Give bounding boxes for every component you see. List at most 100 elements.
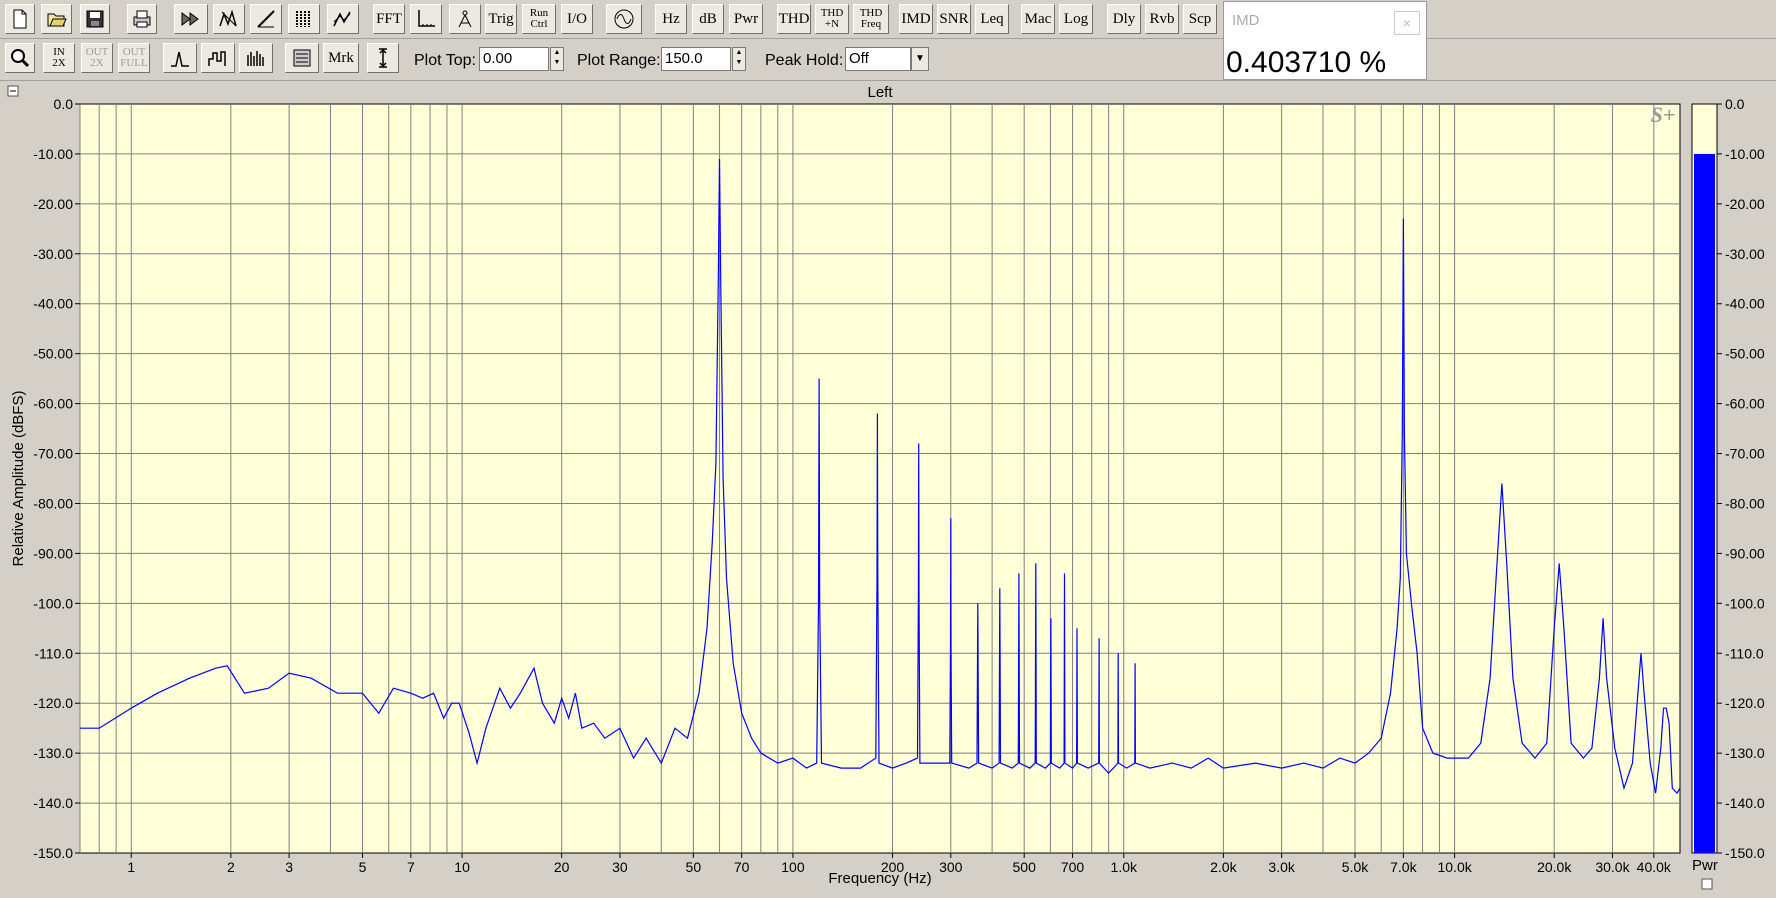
marker-button[interactable]: Mrk	[323, 43, 359, 73]
imd-button[interactable]: IMD	[899, 4, 933, 34]
x-axis-label: Frequency (Hz)	[828, 870, 931, 887]
trig-button[interactable]: Trig	[485, 4, 517, 34]
new-file-icon[interactable]	[5, 4, 35, 34]
plot-range-label: Plot Range:	[577, 52, 661, 69]
meter-tick-label: -150.0	[1725, 845, 1765, 861]
plot-top-input[interactable]: 0.00	[479, 47, 549, 71]
fast-forward-icon[interactable]	[174, 4, 208, 34]
axis-button[interactable]	[410, 4, 442, 34]
x-tick-label: 700	[1061, 859, 1085, 875]
range-icon[interactable]	[367, 43, 399, 73]
peak-hold-label: Peak Hold:	[765, 52, 844, 69]
y-tick-label: -10.00	[33, 146, 73, 162]
3d-plot-icon[interactable]	[327, 4, 359, 34]
y-axis-label: Relative Amplitude (dBFS)	[10, 391, 27, 567]
spectrum-settings-icon[interactable]	[213, 4, 245, 34]
zoom-icon[interactable]	[5, 43, 35, 73]
y-tick-label: -80.00	[33, 495, 73, 511]
calibrate-icon[interactable]	[449, 4, 481, 34]
plot-range-input[interactable]: 150.0	[661, 47, 731, 71]
x-tick-label: 2.0k	[1210, 859, 1237, 875]
y-tick-label: -120.0	[33, 695, 73, 711]
waterfall-icon[interactable]	[288, 4, 320, 34]
y-tick-label: -50.00	[33, 346, 73, 362]
x-tick-label: 2	[227, 859, 235, 875]
dly-button[interactable]: Dly	[1107, 4, 1141, 34]
meter-tick-label: -140.0	[1725, 795, 1765, 811]
y-tick-label: -90.00	[33, 545, 73, 561]
ramp-icon[interactable]	[250, 4, 282, 34]
meter-tick-label: -100.0	[1725, 595, 1765, 611]
x-tick-label: 500	[1013, 859, 1037, 875]
imd-close-icon[interactable]: ×	[1394, 11, 1420, 35]
x-tick-label: 30	[612, 859, 628, 875]
pwr-meter-fill	[1694, 153, 1715, 853]
x-tick-label: 1	[127, 859, 135, 875]
io-button[interactable]: I/O	[561, 4, 593, 34]
meter-tick-label: -110.0	[1725, 645, 1764, 661]
meter-tick-label: -120.0	[1725, 695, 1765, 711]
meter-tick-label: -50.00	[1725, 346, 1765, 362]
print-icon[interactable]	[127, 4, 157, 34]
db-button[interactable]: dB	[692, 4, 724, 34]
step-plot-icon[interactable]	[201, 43, 235, 73]
bar-plot-icon[interactable]	[239, 43, 273, 73]
settings-panel-icon[interactable]	[285, 43, 319, 73]
x-tick-label: 70	[734, 859, 750, 875]
x-tick-label: 5	[359, 859, 367, 875]
zoom-out-full-button[interactable]: OUT FULL	[118, 43, 150, 73]
x-tick-label: 7	[407, 859, 415, 875]
y-tick-label: -110.0	[34, 645, 73, 661]
zoom-out-2x-button[interactable]: OUT 2X	[81, 43, 113, 73]
x-tick-label: 20.0k	[1537, 859, 1572, 875]
y-tick-label: -150.0	[33, 845, 73, 861]
plot-top-label: Plot Top:	[414, 52, 476, 69]
thd-button[interactable]: THD	[777, 4, 811, 34]
meter-tick-label: -60.00	[1725, 396, 1765, 412]
meter-tick-label: -130.0	[1725, 745, 1765, 761]
peak-hold-select[interactable]: Off	[845, 47, 911, 71]
meter-tick-label: -70.00	[1725, 446, 1765, 462]
spectrum-chart-svg: 0.0 -10.00 -20.00 -30.00 -40.00 -50.00 -60.00 -…	[7, 84, 1765, 890]
x-tick-label: 100	[781, 859, 805, 875]
generator-icon[interactable]	[606, 4, 642, 34]
y-tick-label: -40.00	[33, 296, 73, 312]
run-ctrl-button[interactable]: Run Ctrl	[522, 4, 556, 34]
fft-button[interactable]: FFT	[373, 4, 405, 34]
plot-range-spinner[interactable]: ▲ ▼	[732, 47, 746, 71]
x-tick-label: 3	[285, 859, 293, 875]
y-tick-label: -60.00	[33, 396, 73, 412]
pwr-button[interactable]: Pwr	[729, 4, 763, 34]
thd-n-button[interactable]: THD +N	[815, 4, 849, 34]
x-tick-label: 7.0k	[1390, 859, 1417, 875]
open-file-icon[interactable]	[41, 4, 72, 34]
imd-value: 0.403710 %	[1226, 46, 1387, 79]
peak-hold-dropdown-icon[interactable]: ▼	[911, 47, 929, 71]
x-tick-label: 300	[939, 859, 963, 875]
imd-result-panel: IMD × 0.403710 %	[1223, 1, 1427, 80]
rvb-button[interactable]: Rvb	[1145, 4, 1179, 34]
logo-watermark: S+	[1651, 102, 1676, 127]
meter-tick-label: -30.00	[1725, 246, 1765, 262]
x-tick-label: 3.0k	[1268, 859, 1295, 875]
snr-button[interactable]: SNR	[937, 4, 971, 34]
hz-button[interactable]: Hz	[655, 4, 687, 34]
plot-toolbar: Plot Top: 0.00 ▲ ▼ Plot Range: 150.0 ▲ ▼ P…	[0, 39, 1776, 81]
mac-button[interactable]: Mac	[1021, 4, 1055, 34]
spectrum-chart: 0.0 -10.00 -20.00 -30.00 -40.00 -50.00 -60.00 -…	[0, 81, 1776, 898]
meter-tick-label: -90.00	[1725, 545, 1765, 561]
plot-top-spinner[interactable]: ▲ ▼	[550, 47, 564, 71]
meter-tick-label: -40.00	[1725, 296, 1765, 312]
y-tick-label: 0.0	[54, 96, 74, 112]
scp-button[interactable]: Scp	[1183, 4, 1217, 34]
save-icon[interactable]	[80, 4, 110, 34]
thd-freq-button[interactable]: THD Freq	[853, 4, 889, 34]
line-plot-icon[interactable]	[163, 43, 197, 73]
meter-pwr-label: Pwr	[1692, 857, 1718, 874]
imd-panel-title: IMD	[1232, 12, 1260, 29]
y-tick-label: -70.00	[33, 446, 73, 462]
log-button[interactable]: Log	[1059, 4, 1093, 34]
plot-area	[79, 103, 1681, 854]
zoom-in-2x-button[interactable]: IN 2X	[43, 43, 75, 73]
leq-button[interactable]: Leq	[975, 4, 1009, 34]
